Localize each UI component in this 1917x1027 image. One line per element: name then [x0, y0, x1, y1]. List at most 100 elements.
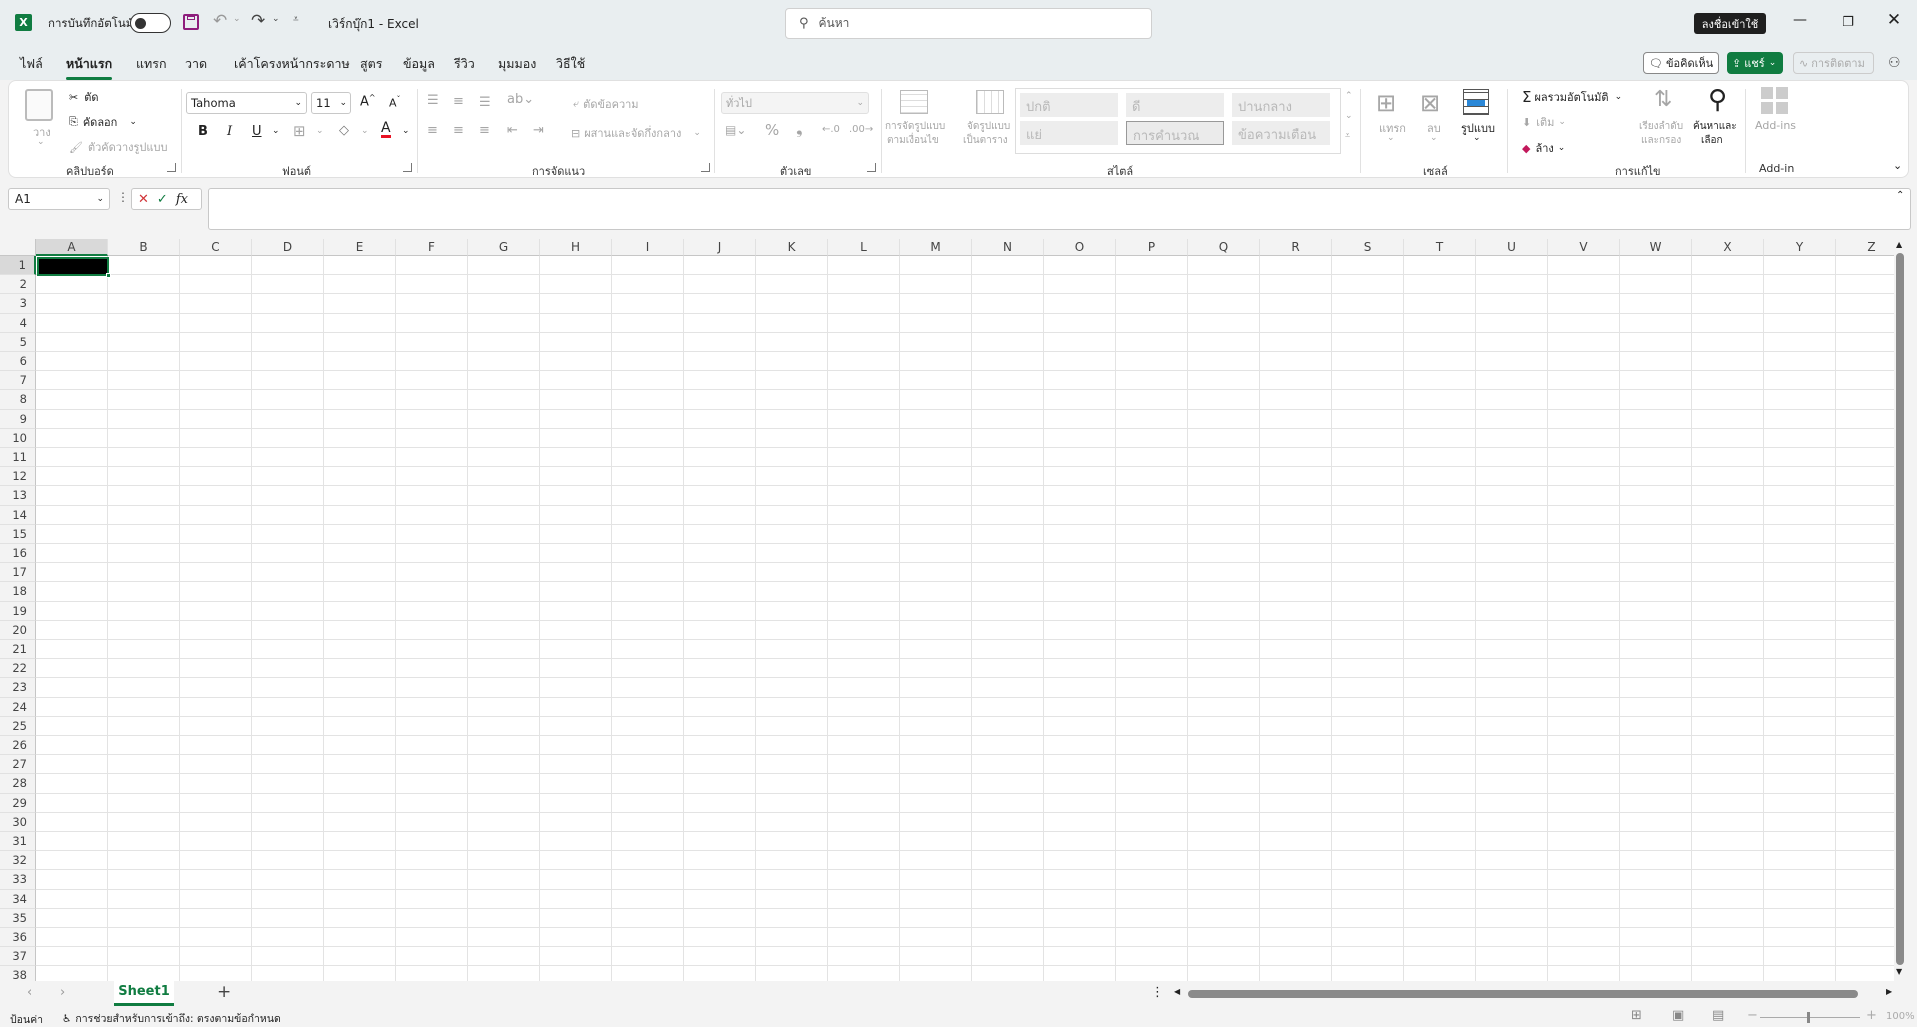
paste-icon[interactable]	[25, 89, 53, 121]
chevron-down-icon[interactable]: ⌄	[1430, 133, 1438, 143]
copilot-icon[interactable]: ⚇	[1888, 55, 1901, 71]
row-header-32[interactable]: 32	[0, 851, 36, 871]
row-header-9[interactable]: 9	[0, 409, 36, 429]
more-options-icon[interactable]: ⋮	[117, 190, 129, 204]
font-launcher-icon[interactable]	[403, 163, 412, 172]
delete-cells-icon[interactable]: ⊠	[1420, 89, 1440, 117]
column-header-u[interactable]: U	[1476, 239, 1548, 256]
gallery-more-icon[interactable]: ⩡	[1345, 131, 1350, 141]
page-break-view-icon[interactable]: ▤	[1712, 1008, 1724, 1023]
column-header-i[interactable]: I	[612, 239, 684, 256]
decrease-indent-icon[interactable]: ⇤	[507, 123, 518, 138]
column-header-p[interactable]: P	[1116, 239, 1188, 256]
column-header-g[interactable]: G	[468, 239, 540, 256]
worksheet-grid[interactable]: ABCDEFGHIJKLMNOPQRSTUVWXYZ 1 2 3 4 5 6 7 8 9 10 11…	[0, 239, 1906, 981]
row-header-5[interactable]: 5	[0, 332, 36, 352]
underline-button[interactable]: U	[252, 124, 262, 139]
collapse-ribbon-icon[interactable]: ⌄	[1893, 159, 1902, 172]
tab-file[interactable]: ไฟล์	[20, 54, 43, 74]
format-painter-button[interactable]: 🖌 ตัวคัดวางรูปแบบ	[69, 138, 167, 156]
column-header-c[interactable]: C	[180, 239, 252, 256]
horizontal-scroll-thumb[interactable]	[1188, 990, 1858, 998]
insert-function-button[interactable]: fx	[176, 192, 188, 207]
style-calculation[interactable]: การคำนวณ	[1126, 121, 1224, 145]
row-header-1[interactable]: 1	[0, 256, 36, 276]
number-format-select[interactable]: ทั่วไป ⌄	[721, 92, 869, 114]
add-sheet-icon[interactable]: +	[217, 982, 231, 1002]
row-header-8[interactable]: 8	[0, 390, 36, 410]
align-top-icon[interactable]: ☰	[427, 93, 439, 108]
column-header-h[interactable]: H	[540, 239, 612, 256]
redo-icon[interactable]: ↷	[251, 11, 265, 31]
column-header-r[interactable]: R	[1260, 239, 1332, 256]
find-select-icon[interactable]: ⚲	[1708, 85, 1727, 115]
cancel-icon[interactable]: ✕	[138, 192, 149, 207]
customize-qat-icon[interactable]: ⩡	[293, 14, 299, 25]
sort-filter-label-2[interactable]: และกรอง	[1641, 133, 1681, 148]
zoom-slider[interactable]	[1760, 1012, 1860, 1023]
column-header-a[interactable]: A	[36, 239, 108, 256]
column-header-q[interactable]: Q	[1188, 239, 1260, 256]
vertical-scrollbar[interactable]: ▲ ▼	[1894, 239, 1906, 981]
chevron-down-icon[interactable]: ⌄	[1473, 133, 1481, 143]
align-middle-icon[interactable]: ≡	[453, 94, 464, 109]
tab-home[interactable]: หน้าแรก	[66, 54, 113, 80]
wrap-text-button[interactable]: ⤶ ตัดข้อความ	[573, 95, 639, 113]
decrease-font-icon[interactable]: Aˇ	[389, 95, 401, 110]
increase-indent-icon[interactable]: ⇥	[533, 123, 544, 138]
row-header-13[interactable]: 13	[0, 486, 36, 506]
paste-dropdown-icon[interactable]: ⌄	[37, 137, 45, 147]
enter-icon[interactable]: ✓	[157, 192, 168, 207]
scroll-down-icon[interactable]: ▼	[1896, 967, 1902, 976]
row-header-18[interactable]: 18	[0, 582, 36, 602]
row-header-38[interactable]: 38	[0, 966, 36, 981]
page-layout-view-icon[interactable]: ▣	[1672, 1008, 1684, 1023]
alignment-launcher-icon[interactable]	[701, 163, 710, 172]
row-header-16[interactable]: 16	[0, 544, 36, 564]
row-header-28[interactable]: 28	[0, 774, 36, 794]
column-header-n[interactable]: N	[972, 239, 1044, 256]
comma-icon[interactable]: ❟	[796, 119, 803, 139]
chevron-down-icon[interactable]: ⌄	[272, 126, 280, 136]
fill-button[interactable]: ⬇ เติม ⌄	[1522, 113, 1566, 131]
row-header-34[interactable]: 34	[0, 889, 36, 909]
row-header-37[interactable]: 37	[0, 947, 36, 967]
next-sheet-icon[interactable]: ›	[60, 985, 65, 1000]
tab-formulas[interactable]: สูตร	[360, 54, 382, 74]
clipboard-launcher-icon[interactable]	[167, 163, 176, 172]
column-header-v[interactable]: V	[1548, 239, 1620, 256]
chevron-down-icon[interactable]: ⌄	[361, 126, 369, 136]
row-header-14[interactable]: 14	[0, 505, 36, 525]
row-header-36[interactable]: 36	[0, 928, 36, 948]
column-header-m[interactable]: M	[900, 239, 972, 256]
row-header-7[interactable]: 7	[0, 371, 36, 391]
row-header-21[interactable]: 21	[0, 640, 36, 660]
tab-help[interactable]: วิธีใช้	[556, 54, 585, 74]
fill-handle[interactable]	[106, 273, 111, 278]
row-header-35[interactable]: 35	[0, 908, 36, 928]
conditional-formatting-label-2[interactable]: ตามเงื่อนไข	[887, 133, 939, 148]
scroll-left-icon[interactable]: ◀	[1174, 987, 1180, 996]
column-header-s[interactable]: S	[1332, 239, 1404, 256]
row-header-3[interactable]: 3	[0, 294, 36, 314]
number-launcher-icon[interactable]	[867, 163, 876, 172]
align-bottom-icon[interactable]: ☰	[479, 95, 491, 110]
chevron-down-icon[interactable]: ⌄	[316, 126, 324, 136]
restore-icon[interactable]: ❐	[1838, 12, 1858, 32]
style-neutral[interactable]: ปานกลาง	[1232, 93, 1330, 117]
prev-sheet-icon[interactable]: ‹	[27, 985, 32, 1000]
row-header-6[interactable]: 6	[0, 352, 36, 372]
accounting-icon[interactable]: ▤⌄	[725, 123, 746, 137]
tab-draw[interactable]: วาด	[185, 54, 207, 74]
sort-filter-label-1[interactable]: เรียงลำดับ	[1639, 119, 1683, 134]
selected-cell-a1[interactable]	[37, 257, 109, 276]
row-header-31[interactable]: 31	[0, 832, 36, 852]
chevron-down-icon[interactable]: ⌄	[1387, 133, 1395, 143]
column-header-d[interactable]: D	[252, 239, 324, 256]
align-right-icon[interactable]: ≡	[479, 123, 490, 138]
decrease-decimal-icon[interactable]: .00→	[849, 124, 873, 135]
select-all-corner[interactable]	[0, 239, 36, 256]
sheet-tab-sheet1[interactable]: Sheet1	[114, 981, 174, 1006]
add-ins-icon[interactable]	[1761, 87, 1789, 115]
column-header-k[interactable]: K	[756, 239, 828, 256]
